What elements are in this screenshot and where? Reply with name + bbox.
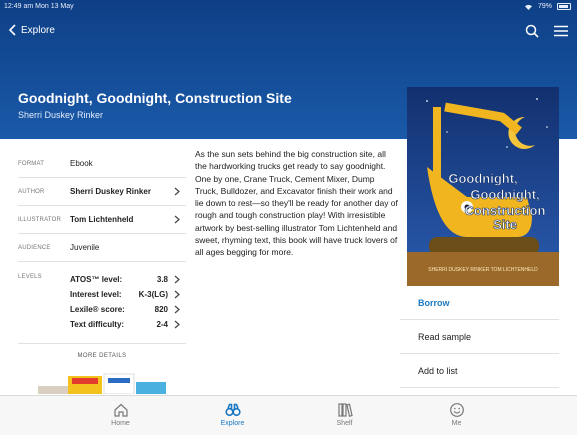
book-author[interactable]: Sherri Duskey Rinker xyxy=(18,110,103,120)
wifi-icon xyxy=(524,4,532,10)
level-score: K-3(LG) xyxy=(138,290,168,299)
tab-explore[interactable]: Explore xyxy=(177,396,289,435)
chevron-left-icon xyxy=(8,24,16,36)
cover-title-line-2: Goodnight, xyxy=(470,187,539,202)
format-value: Ebook xyxy=(70,159,93,168)
tab-label: Explore xyxy=(220,420,245,427)
tab-home[interactable]: Home xyxy=(65,396,177,435)
author-label: AUTHOR xyxy=(18,188,45,195)
level-name: ATOS™ level: xyxy=(70,275,123,284)
borrow-button[interactable]: Borrow xyxy=(400,286,559,320)
chevron-right-icon xyxy=(174,305,180,314)
author-value: Sherri Duskey Rinker xyxy=(70,187,151,196)
add-to-list-button[interactable]: Add to list xyxy=(400,354,559,388)
illustrator-row[interactable]: ILLUSTRATOR Tom Lichtenheld xyxy=(18,206,186,234)
battery-icon xyxy=(557,3,571,10)
level-score: 3.8 xyxy=(156,275,168,284)
book-details: FORMAT Ebook AUTHOR Sherri Duskey Rinker… xyxy=(18,150,186,359)
format-label: FORMAT xyxy=(18,160,45,167)
audience-value: Juvenile xyxy=(70,243,100,252)
level-name: Interest level: xyxy=(70,290,122,299)
illustrator-value: Tom Lichtenheld xyxy=(70,215,134,224)
tab-label: Home xyxy=(111,420,130,427)
more-details-button[interactable]: MORE DETAILS xyxy=(18,353,186,359)
related-books-thumbnails[interactable] xyxy=(38,372,168,394)
book-title: Goodnight, Goodnight, Construction Site xyxy=(18,90,292,106)
level-name: Text difficulty: xyxy=(70,320,125,329)
audience-label: AUDIENCE xyxy=(18,244,51,251)
book-cover[interactable]: Goodnight, Goodnight, Construction Site … xyxy=(407,87,559,286)
book-actions: Borrow Read sample Add to list xyxy=(400,286,559,388)
format-row: FORMAT Ebook xyxy=(18,150,186,178)
nav-bar: Explore xyxy=(0,16,577,48)
level-score: 820 xyxy=(154,305,168,314)
back-button[interactable]: Explore xyxy=(8,24,55,36)
audience-row: AUDIENCE Juvenile xyxy=(18,234,186,262)
level-name: Lexile® score: xyxy=(70,305,125,314)
author-row[interactable]: AUTHOR Sherri Duskey Rinker xyxy=(18,178,186,206)
book-description: As the sun sets behind the big construct… xyxy=(195,149,398,258)
levels-list: ATOS™ level: 3.8 Interest level: K-3(LG)… xyxy=(70,272,186,343)
tab-me[interactable]: Me xyxy=(401,396,513,435)
status-time: 12:49 am Mon 13 May xyxy=(4,3,74,10)
book-cover-art: Goodnight, Goodnight, Construction Site … xyxy=(407,87,559,286)
chevron-right-icon xyxy=(174,290,180,299)
status-bar: 12:49 am Mon 13 May 79% xyxy=(0,0,577,14)
search-icon[interactable] xyxy=(525,24,539,38)
tab-bar: Home Explore Shelf Me xyxy=(0,395,577,435)
cover-credits: SHERRI DUSKEY RINKER TOM LICHTENHELD xyxy=(428,267,538,273)
cover-title-line-1: Goodnight, xyxy=(448,171,517,186)
home-icon xyxy=(113,403,128,417)
chevron-right-icon xyxy=(174,275,180,284)
menu-icon[interactable] xyxy=(553,25,569,37)
tab-label: Shelf xyxy=(336,420,353,427)
level-score: 2-4 xyxy=(156,320,168,329)
levels-label: LEVELS xyxy=(18,274,42,280)
binoculars-icon xyxy=(224,403,241,417)
chevron-right-icon xyxy=(174,215,180,224)
back-label: Explore xyxy=(21,24,55,36)
chevron-right-icon xyxy=(174,320,180,329)
level-lexile[interactable]: Lexile® score: 820 xyxy=(70,302,186,317)
read-sample-button[interactable]: Read sample xyxy=(400,320,559,354)
levels-row: LEVELS ATOS™ level: 3.8 Interest level: … xyxy=(18,262,186,344)
smiley-icon xyxy=(449,403,464,417)
books-icon xyxy=(337,403,353,417)
battery-percent: 79% xyxy=(537,3,552,10)
level-interest[interactable]: Interest level: K-3(LG) xyxy=(70,287,186,302)
cover-title-line-4: Site xyxy=(493,217,517,232)
level-atos[interactable]: ATOS™ level: 3.8 xyxy=(70,272,186,287)
cover-title-line-3: Construction xyxy=(465,203,546,218)
tab-shelf[interactable]: Shelf xyxy=(289,396,401,435)
illustrator-label: ILLUSTRATOR xyxy=(18,216,61,223)
chevron-right-icon xyxy=(174,187,180,196)
tab-label: Me xyxy=(451,420,462,427)
level-text-difficulty[interactable]: Text difficulty: 2-4 xyxy=(70,317,186,332)
